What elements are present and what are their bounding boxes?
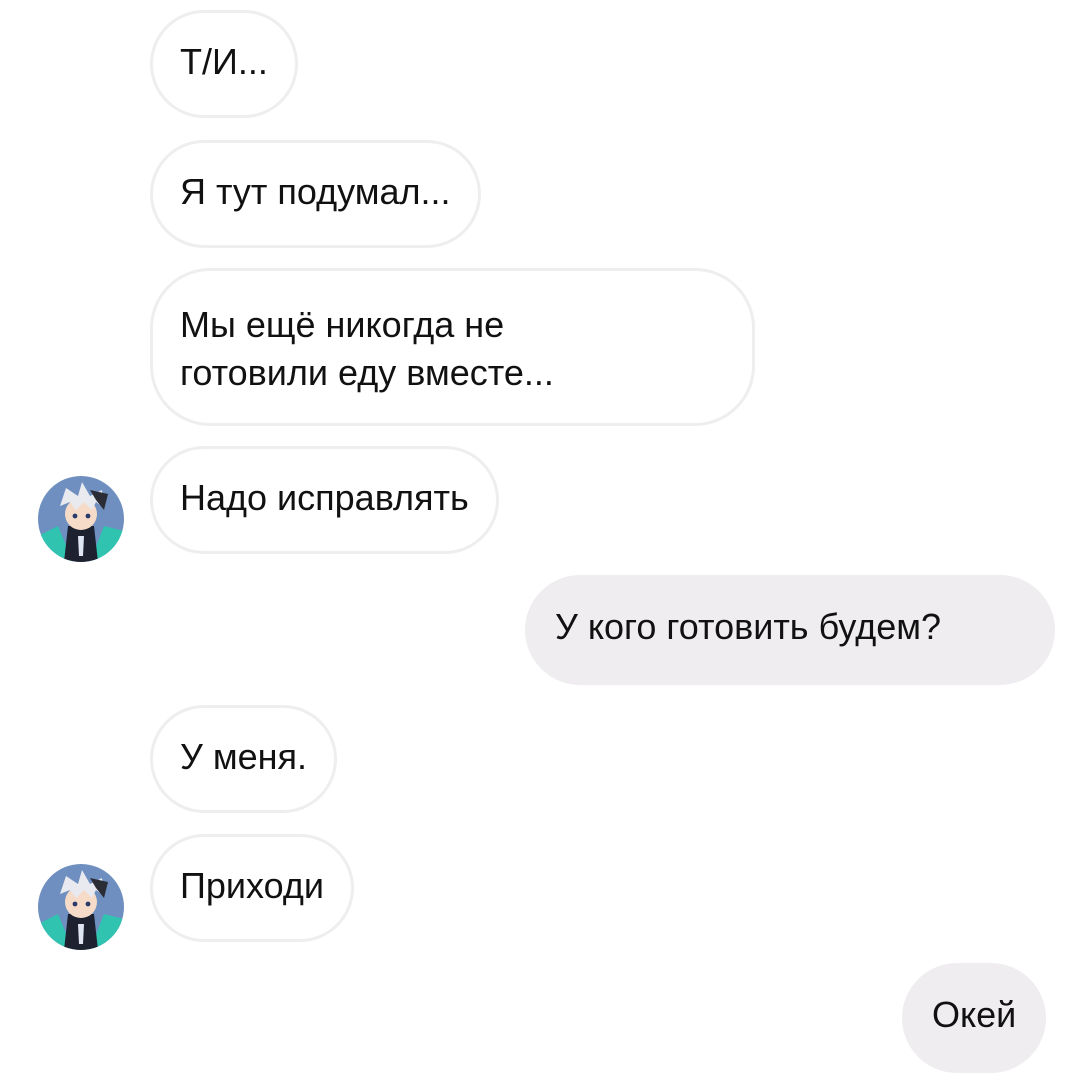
message-bubble-incoming[interactable]: Мы ещё никогда не готовили еду вместе... bbox=[150, 268, 755, 426]
message-bubble-incoming[interactable]: Т/И... bbox=[150, 10, 298, 118]
message-bubble-outgoing[interactable]: Окей bbox=[902, 963, 1047, 1073]
message-bubble-outgoing[interactable]: У кого готовить будем? bbox=[525, 575, 1055, 685]
message-text: Надо исправлять bbox=[180, 477, 469, 518]
avatar[interactable] bbox=[38, 864, 124, 950]
message-text: Приходи bbox=[180, 865, 324, 906]
message-bubble-incoming[interactable]: Приходи bbox=[150, 834, 354, 942]
chat-thread: Т/И... Я тут подумал... Мы ещё никогда н… bbox=[0, 0, 1080, 1080]
message-bubble-incoming[interactable]: Я тут подумал... bbox=[150, 140, 481, 248]
message-text: У кого готовить будем? bbox=[555, 606, 941, 647]
message-text-line: готовили еду вместе... bbox=[180, 352, 554, 393]
message-text: Я тут подумал... bbox=[180, 171, 451, 212]
message-text: У меня. bbox=[180, 736, 308, 777]
message-bubble-incoming[interactable]: Надо исправлять bbox=[150, 446, 499, 554]
message-text-line: Мы ещё никогда не bbox=[180, 304, 505, 345]
message-text: Т/И... bbox=[180, 41, 268, 82]
message-bubble-incoming[interactable]: У меня. bbox=[150, 705, 338, 813]
avatar[interactable] bbox=[38, 476, 124, 562]
anime-character-avatar-icon bbox=[38, 864, 124, 950]
message-text: Окей bbox=[932, 994, 1017, 1035]
anime-character-avatar-icon bbox=[38, 476, 124, 562]
